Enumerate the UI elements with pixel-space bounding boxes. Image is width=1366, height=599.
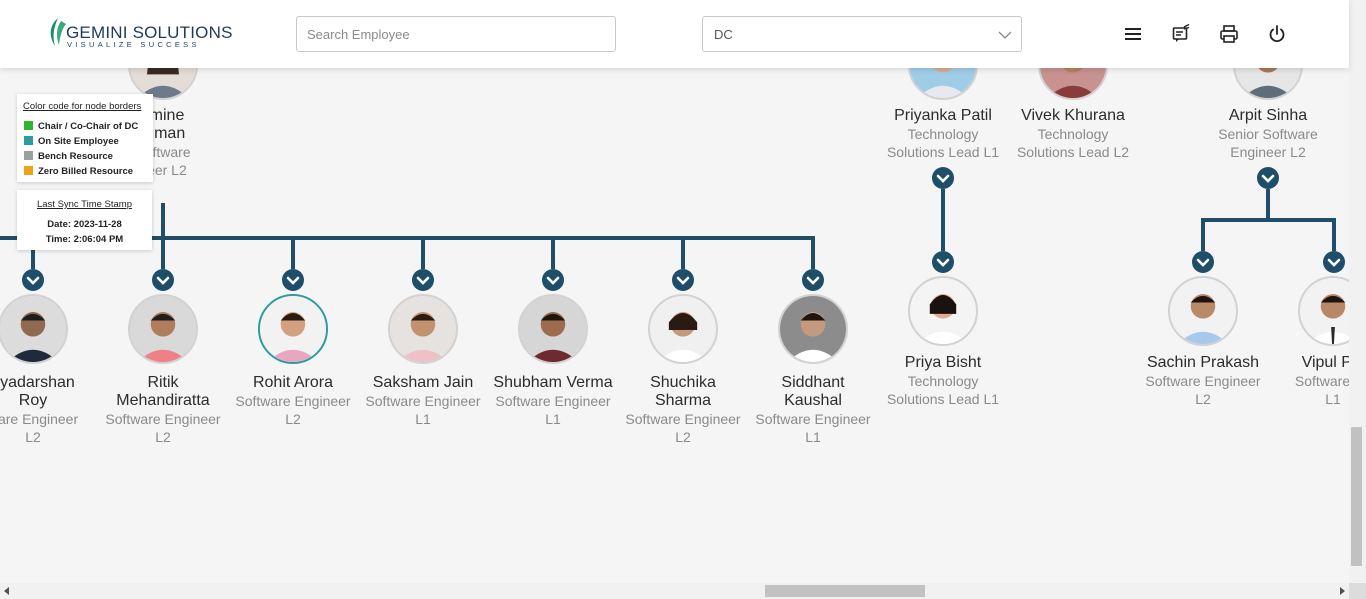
power-icon[interactable] (1267, 24, 1287, 44)
expand-chevron-icon[interactable] (152, 269, 174, 291)
employee-avatar (778, 294, 848, 364)
employee-avatar (0, 294, 68, 364)
vertical-scroll-thumb[interactable] (1351, 427, 1362, 566)
legend-item-zero-billed: Zero Billed Resource (24, 166, 133, 177)
leaf-icon (50, 18, 66, 46)
employee-name: Vivek Khurana (1021, 107, 1125, 124)
color-legend: Color code for node borders Chair / Co-C… (17, 94, 153, 182)
horizontal-scrollbar[interactable] (0, 583, 1349, 599)
sync-date: Date: 2023-11-28 (47, 219, 122, 230)
sync-title: Last Sync Time Stamp (36, 199, 133, 210)
employee-role: Software Engineer L2 (1145, 373, 1261, 407)
employee-avatar (1168, 276, 1238, 346)
expand-chevron-icon[interactable] (542, 269, 564, 291)
employee-name: Arpit Sinha (1228, 107, 1308, 124)
employee-role: Software EnL1 (1294, 373, 1349, 407)
employee-name: Rohit Arora (252, 374, 334, 391)
employee-avatar (388, 294, 458, 364)
employee-role: Technology Solutions Lead L1 (886, 373, 1000, 407)
connector-lines (0, 189, 1336, 269)
org-chart-canvas[interactable]: smine mman Software neer L2 Priyanka Patil… (0, 0, 1349, 583)
app-header: GEMINI SOLUTIONS VISUALIZE SUCCESS DC (0, 0, 1349, 68)
legend-swatch (24, 166, 33, 175)
expand-chevron-icon[interactable] (1192, 251, 1214, 273)
employee-role: Technology Solutions Lead L1 (886, 126, 1000, 160)
department-select-value: DC (714, 27, 733, 42)
logo-tagline: VISUALIZE SUCCESS (67, 40, 200, 49)
employee-name: Shubham Verma (493, 374, 613, 391)
menu-icon[interactable] (1123, 24, 1143, 44)
employee-avatar (648, 294, 718, 364)
employee-role: Software Engineer L2 (235, 393, 351, 427)
expand-chevron-icon[interactable] (802, 269, 824, 291)
employee-name: Saksham Jain (372, 374, 474, 391)
expand-chevron-icon[interactable] (932, 251, 954, 273)
legend-swatch (24, 121, 33, 130)
sync-time: Time: 2:06:04 PM (45, 234, 124, 245)
scroll-right-arrow-icon[interactable] (1338, 587, 1346, 595)
scrollbar-corner (1349, 583, 1366, 599)
employee-name: riyadarshanRoy (0, 374, 75, 409)
employee-name: Siddhant Kaushal (781, 374, 845, 409)
employee-role: ware EngineerL2 (0, 411, 79, 445)
employee-name: Vipul Pal (1301, 354, 1349, 371)
search-employee-input[interactable] (296, 16, 616, 52)
department-select[interactable]: DC (702, 16, 1022, 52)
chevron-down-icon (998, 31, 1012, 39)
expand-chevron-icon[interactable] (932, 167, 954, 189)
company-logo[interactable]: GEMINI SOLUTIONS VISUALIZE SUCCESS (46, 16, 232, 50)
expand-chevron-icon[interactable] (22, 269, 44, 291)
legend-item-onsite: On Site Employee (24, 136, 119, 147)
legend-swatch (24, 136, 33, 145)
legend-swatch (24, 151, 33, 160)
employee-name: Priyanka Patil (894, 107, 992, 124)
employee-name: Priya Bisht (904, 354, 982, 371)
employee-role: Software Engineer L1 (365, 393, 481, 427)
expand-chevron-icon[interactable] (412, 269, 434, 291)
employee-role: Software Engineer L2 (625, 411, 741, 445)
employee-name: Sachin Prakash (1146, 354, 1260, 371)
print-icon[interactable] (1219, 24, 1239, 44)
expand-chevron-icon[interactable] (282, 269, 304, 291)
feedback-icon[interactable] (1171, 24, 1191, 44)
legend-title: Color code for node borders (23, 101, 142, 112)
horizontal-scroll-thumb[interactable] (765, 585, 925, 597)
employee-role: Software Engineer L2 (105, 411, 221, 445)
expand-chevron-icon[interactable] (1323, 251, 1345, 273)
employee-avatar (518, 294, 588, 364)
employee-role: Senior Software Engineer L2 (1218, 126, 1318, 160)
employee-name: Ritik Mehandiratta (116, 374, 210, 409)
sync-timestamp-box: Last Sync Time Stamp Date: 2023-11-28 Ti… (17, 190, 152, 250)
employee-role: Technology Solutions Lead L2 (1016, 126, 1130, 160)
employee-avatar (908, 276, 978, 346)
employee-avatar (128, 294, 198, 364)
legend-item-chair: Chair / Co-Chair of DC (24, 121, 138, 132)
employee-name: Shuchika Sharma (650, 374, 716, 409)
scroll-left-arrow-icon[interactable] (3, 587, 11, 595)
employee-role: Software Engineer L1 (495, 393, 611, 427)
employee-avatar (258, 294, 328, 364)
employee-role: Software Engineer L1 (755, 411, 871, 445)
expand-chevron-icon[interactable] (1257, 167, 1279, 189)
legend-item-bench: Bench Resource (24, 151, 113, 162)
vertical-scrollbar[interactable] (1349, 0, 1366, 583)
expand-chevron-icon[interactable] (672, 269, 694, 291)
